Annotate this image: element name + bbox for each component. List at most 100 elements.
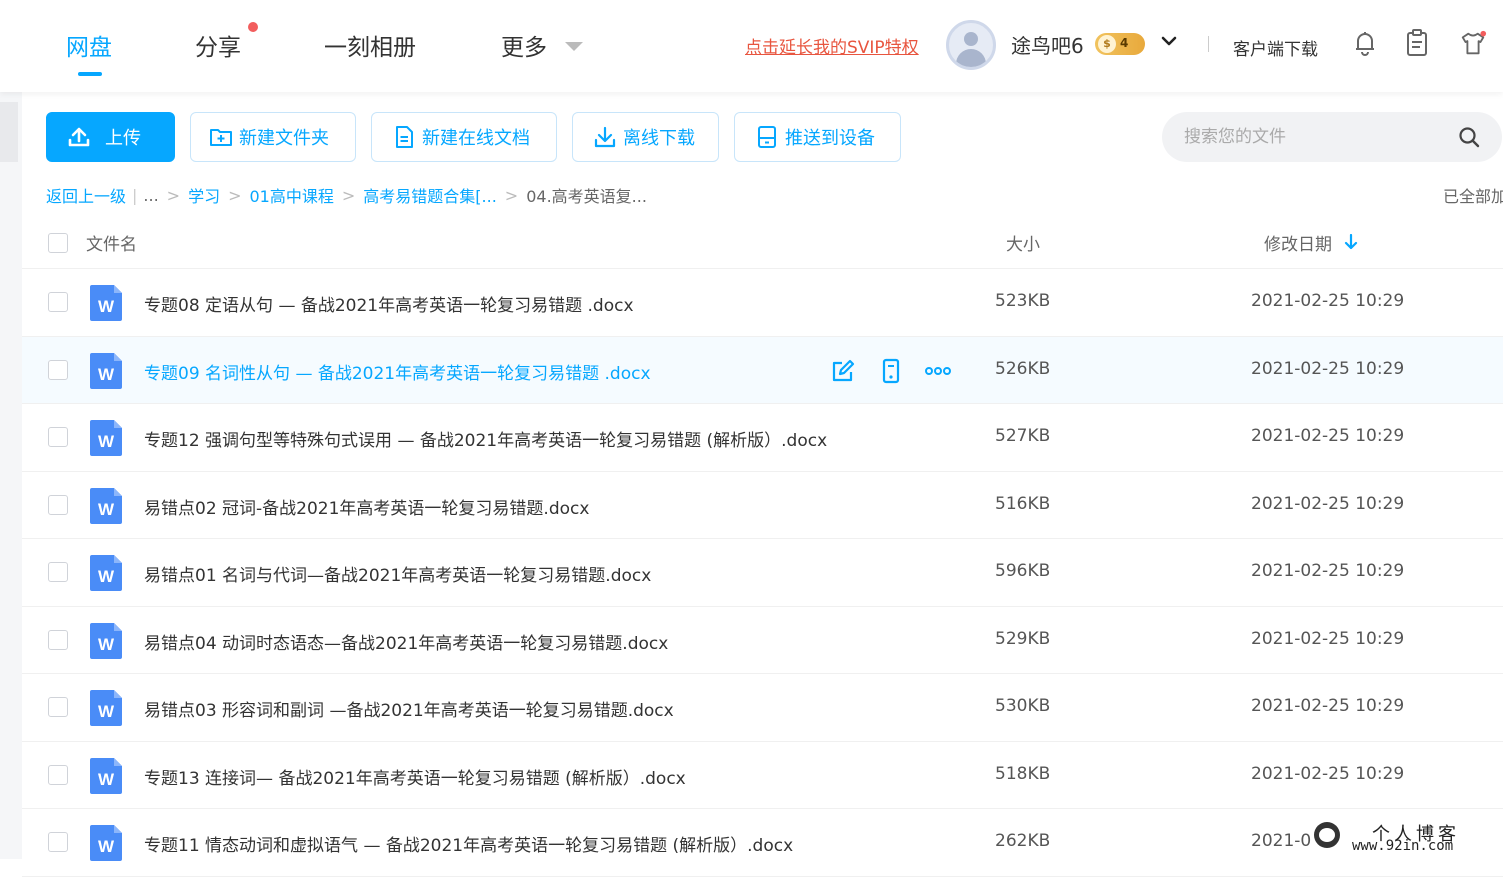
sort-arrow-down-icon xyxy=(1344,234,1358,250)
column-header-size[interactable]: 大小 xyxy=(1006,230,1040,255)
word-doc-icon: W xyxy=(90,622,122,659)
clipboard-icon[interactable] xyxy=(1403,28,1431,58)
blog-watermark: 个人博客 www.92in.com xyxy=(1312,820,1503,859)
file-size: 516KB xyxy=(995,493,1051,514)
file-date: 2021-02-25 10:29 xyxy=(1251,426,1405,446)
breadcrumb-back-link[interactable]: 返回上一级 xyxy=(46,183,126,207)
active-tab-indicator xyxy=(78,72,102,76)
word-doc-icon: W xyxy=(90,285,122,321)
file-row[interactable]: W 易错点02 冠词-备战2021年高考英语一轮复习易错题.docx 516KB 20… xyxy=(22,471,1503,539)
row-checkbox[interactable] xyxy=(48,629,68,650)
svg-text:W: W xyxy=(98,297,115,316)
row-checkbox[interactable] xyxy=(48,562,68,582)
select-all-checkbox[interactable] xyxy=(48,233,68,253)
breadcrumb-item-collection[interactable]: 高考易错题合集[... xyxy=(363,183,497,207)
search-box xyxy=(1162,112,1502,162)
column-header-date-label: 修改日期 xyxy=(1264,235,1332,255)
vip-level: 4 xyxy=(1120,36,1129,50)
column-header-name[interactable]: 文件名 xyxy=(86,230,137,255)
breadcrumb-ellipsis[interactable]: ... xyxy=(143,186,158,205)
svg-text:W: W xyxy=(98,837,115,856)
word-doc-icon: W xyxy=(90,555,122,591)
device-push-icon[interactable] xyxy=(878,358,904,384)
file-name[interactable]: 专题12 强调句型等特殊句式误用 — 备战2021年高考英语一轮复习易错题 (解… xyxy=(144,426,827,451)
row-checkbox[interactable] xyxy=(48,292,68,312)
file-date: 2021-02-25 10:29 xyxy=(1251,291,1405,311)
more-options-icon[interactable] xyxy=(925,358,951,384)
breadcrumb-current: 04.高考英语复... xyxy=(526,187,647,206)
file-name[interactable]: 专题09 名词性从句 — 备战2021年高考英语一轮复习易错题 .docx xyxy=(144,359,651,384)
row-checkbox[interactable] xyxy=(48,697,68,717)
notification-dot xyxy=(248,22,258,32)
breadcrumb-separator: > xyxy=(504,185,519,205)
new-online-doc-label: 新建在线文档 xyxy=(422,128,530,149)
push-to-device-button[interactable]: 推送到设备 xyxy=(734,112,901,162)
username[interactable]: 途鸟吧6 xyxy=(1011,30,1084,59)
shirt-icon[interactable] xyxy=(1459,28,1487,58)
chevron-down-icon[interactable] xyxy=(1160,32,1178,50)
avatar[interactable] xyxy=(946,20,996,70)
file-date: 2021-02-25 10:29 xyxy=(1251,696,1405,716)
breadcrumb-item-highschool[interactable]: 01高中课程 xyxy=(250,183,334,207)
new-folder-label: 新建文件夹 xyxy=(239,128,329,149)
row-checkbox[interactable] xyxy=(48,427,68,447)
file-row[interactable]: W 专题08 定语从句 — 备战2021年高考英语一轮复习易错题 .docx 523… xyxy=(22,269,1503,337)
file-row[interactable]: W 易错点03 形容词和副词 —备战2021年高考英语一轮复习易错题.docx 53… xyxy=(22,674,1503,742)
file-name[interactable]: 专题11 情态动词和虚拟语气 — 备战2021年高考英语一轮复习易错题 (解析版… xyxy=(144,831,793,856)
word-doc-icon: W xyxy=(90,420,122,456)
caret-down-icon[interactable] xyxy=(565,42,583,51)
svg-text:W: W xyxy=(98,432,115,451)
file-name[interactable]: 专题13 连接词— 备战2021年高考英语一轮复习易错题 (解析版）.docx xyxy=(144,764,686,789)
upload-button[interactable]: 上传 xyxy=(46,112,175,162)
bell-icon[interactable] xyxy=(1351,28,1379,58)
tab-more[interactable]: 更多 xyxy=(501,28,547,62)
file-size: 530KB xyxy=(995,696,1051,716)
tab-netdisk[interactable]: 网盘 xyxy=(66,28,112,62)
new-folder-button[interactable]: 新建文件夹 xyxy=(190,112,356,162)
search-input[interactable] xyxy=(1184,124,1444,150)
offline-download-button[interactable]: 离线下载 xyxy=(572,112,719,162)
row-checkbox[interactable] xyxy=(48,359,68,380)
file-name[interactable]: 易错点04 动词时态语态—备战2021年高考英语一轮复习易错题.docx xyxy=(144,629,668,654)
file-name[interactable]: 专题08 定语从句 — 备战2021年高考英语一轮复习易错题 .docx xyxy=(144,291,634,316)
svip-renew-link[interactable]: 点击延长我的SVIP特权 xyxy=(745,33,919,58)
device-icon xyxy=(758,126,776,148)
svg-text:W: W xyxy=(98,770,115,789)
vip-coin-icon: $ xyxy=(1098,35,1116,53)
file-size: 518KB xyxy=(995,763,1051,784)
search-icon[interactable] xyxy=(1458,126,1480,148)
upload-label: 上传 xyxy=(105,128,141,149)
file-name[interactable]: 易错点03 形容词和副词 —备战2021年高考英语一轮复习易错题.docx xyxy=(144,696,674,721)
file-row[interactable]: W 易错点04 动词时态语态—备战2021年高考英语一轮复习易错题.docx 529… xyxy=(22,606,1503,674)
column-header-date[interactable]: 修改日期 xyxy=(1264,230,1358,255)
file-row[interactable]: W 专题09 名词性从句 — 备战2021年高考英语一轮复习易错题 .docx 52… xyxy=(22,336,1503,404)
row-checkbox[interactable] xyxy=(48,494,68,515)
file-name[interactable]: 易错点01 名词与代词—备战2021年高考英语一轮复习易错题.docx xyxy=(144,561,651,586)
top-nav-bar: 网盘 分享 一刻相册 更多 点击延长我的SVIP特权 途鸟吧6 $ 4 客户端下… xyxy=(0,0,1503,92)
row-checkbox[interactable] xyxy=(48,764,68,785)
file-list-header: 文件名 大小 修改日期 xyxy=(22,218,1503,269)
file-date: 2021-02-25 10:29 xyxy=(1251,561,1405,581)
file-date: 2021-0 xyxy=(1251,831,1312,851)
file-size: 527KB xyxy=(995,426,1051,446)
download-icon xyxy=(594,126,616,148)
tab-album[interactable]: 一刻相册 xyxy=(324,28,416,62)
file-row[interactable]: W 专题12 强调句型等特殊句式误用 — 备战2021年高考英语一轮复习易错题 (… xyxy=(22,404,1503,472)
file-row[interactable]: W 易错点01 名词与代词—备战2021年高考英语一轮复习易错题.docx 596K… xyxy=(22,539,1503,607)
file-row[interactable]: W 专题13 连接词— 备战2021年高考英语一轮复习易错题 (解析版）.docx… xyxy=(22,741,1503,809)
file-row[interactable]: W 专题11 情态动词和虚拟语气 — 备战2021年高考英语一轮复习易错题 (解析… xyxy=(22,809,1503,877)
watermark-url: www.92in.com xyxy=(1352,838,1454,854)
row-checkbox[interactable] xyxy=(48,832,68,852)
client-download-link[interactable]: 客户端下载 xyxy=(1233,35,1318,60)
file-date: 2021-02-25 10:29 xyxy=(1251,628,1405,649)
breadcrumb-item-study[interactable]: 学习 xyxy=(188,183,220,207)
tab-share[interactable]: 分享 xyxy=(195,28,241,62)
file-name[interactable]: 易错点02 冠词-备战2021年高考英语一轮复习易错题.docx xyxy=(144,494,589,519)
new-online-doc-button[interactable]: 新建在线文档 xyxy=(371,112,557,162)
svg-text:W: W xyxy=(98,500,115,519)
file-size: 526KB xyxy=(995,358,1051,379)
upload-icon xyxy=(68,127,90,147)
word-doc-icon: W xyxy=(90,690,122,726)
edit-icon[interactable] xyxy=(830,358,856,384)
breadcrumb-separator: > xyxy=(341,185,356,205)
